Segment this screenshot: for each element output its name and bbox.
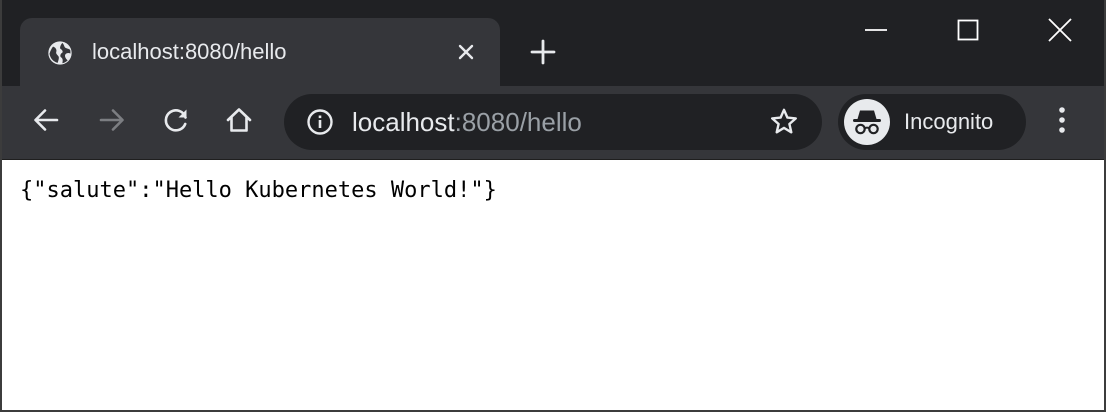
window-maximize-button[interactable] [946, 10, 990, 54]
address-url[interactable]: localhost:8080/hello [352, 107, 582, 137]
reload-button[interactable] [158, 104, 194, 140]
browser-menu-button[interactable] [1044, 104, 1080, 140]
home-button[interactable] [221, 104, 257, 140]
active-tab[interactable]: localhost:8080/hello [20, 18, 500, 86]
browser-window: localhost:8080/hello localhost:8080/hell… [0, 0, 1106, 412]
new-tab-plus-icon[interactable] [528, 37, 558, 67]
globe-icon [46, 39, 74, 67]
maximize-icon [956, 18, 980, 47]
window-minimize-button[interactable] [854, 10, 898, 54]
browser-toolbar: localhost:8080/hello Incognito [2, 86, 1104, 160]
incognito-icon [844, 99, 890, 145]
incognito-label: Incognito [904, 109, 994, 134]
address-bar[interactable]: localhost:8080/hello [284, 94, 822, 150]
arrow-left-icon [31, 105, 61, 140]
bookmark-star-icon[interactable] [768, 106, 800, 138]
tab-strip: localhost:8080/hello [2, 0, 1104, 86]
more-vertical-icon [1056, 105, 1068, 140]
page-content: {"salute":"Hello Kubernetes World!"} [2, 160, 1104, 410]
home-icon [224, 105, 254, 140]
tab-close-icon[interactable] [454, 40, 478, 64]
url-path: :8080/hello [454, 107, 582, 137]
json-response-text: {"salute":"Hello Kubernetes World!"} [20, 178, 497, 203]
reload-icon [161, 105, 191, 140]
window-close-button[interactable] [1038, 10, 1082, 54]
incognito-profile-button[interactable]: Incognito [838, 94, 1026, 150]
arrow-right-icon [97, 105, 127, 140]
info-icon[interactable] [306, 108, 334, 136]
forward-button[interactable] [94, 104, 130, 140]
tab-title: localhost:8080/hello [92, 39, 287, 64]
url-host: localhost [352, 107, 455, 137]
minimize-icon [864, 18, 888, 47]
close-icon [1047, 17, 1073, 48]
back-button[interactable] [28, 104, 64, 140]
